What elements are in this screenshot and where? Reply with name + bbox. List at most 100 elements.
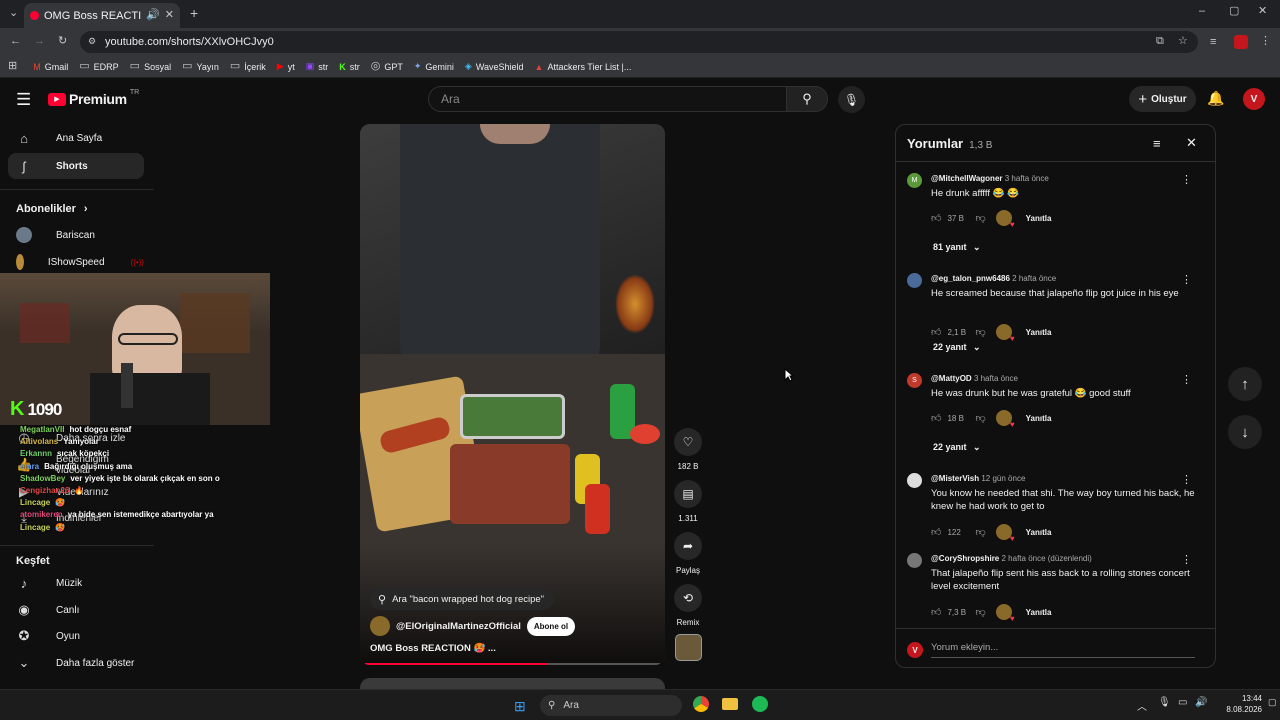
forward-icon[interactable]: →	[34, 36, 45, 47]
sidebar-item-music[interactable]: ♪ Müzik	[8, 570, 144, 596]
subscriptions-header[interactable]: Abonelikler ›	[16, 203, 88, 215]
bookmark-star-icon[interactable]: ☆	[1178, 36, 1188, 47]
create-button[interactable]: + Oluştur	[1129, 86, 1196, 112]
channel-name[interactable]: @ElOriginalMartinezOfficial	[396, 621, 521, 632]
reply-button[interactable]: Yanıtla	[1026, 608, 1052, 617]
share-button[interactable]: ➦	[674, 532, 702, 560]
bookmark-item[interactable]: ✦ Gemini	[414, 61, 454, 72]
sort-icon[interactable]: ≡	[1153, 136, 1161, 151]
reply-button[interactable]: Yanıtla	[1026, 214, 1052, 223]
search-input[interactable]: Ara	[428, 86, 786, 112]
file-explorer-icon[interactable]	[722, 698, 738, 710]
thumbs-up-icon[interactable]: 👍︎	[931, 606, 941, 618]
comment-author[interactable]: @MattyOD 3 hafta önce	[931, 374, 1018, 383]
reply-button[interactable]: Yanıtla	[1026, 328, 1052, 337]
thumbs-up-icon[interactable]: 👍︎	[931, 212, 941, 224]
related-search-chip[interactable]: ⚲ Ara "bacon wrapped hot dog recipe"	[370, 588, 554, 610]
spotify-icon[interactable]	[752, 696, 768, 712]
thumbs-up-icon[interactable]: 👍︎	[931, 526, 941, 538]
sidebar-item-gaming[interactable]: ✪ Oyun	[8, 623, 144, 649]
windows-start-icon[interactable]: ⊞	[514, 698, 526, 715]
bookmark-folder[interactable]: ▭ Sosyal	[130, 61, 171, 72]
show-replies-button[interactable]: 22 yanıt ⌄	[933, 342, 981, 353]
chrome-taskbar-icon[interactable]	[693, 696, 709, 712]
sidebar-item-subscription[interactable]: Bariscan	[8, 222, 144, 248]
thumbs-down-icon[interactable]: 👎︎	[975, 606, 985, 618]
remix-button[interactable]: ⟲	[674, 584, 702, 612]
bookmark-item[interactable]: ▶ yt	[277, 61, 295, 72]
bookmark-item[interactable]: ▣ str	[306, 61, 329, 72]
microphone-icon[interactable]: 🎙	[1158, 697, 1171, 708]
commenter-avatar[interactable]	[907, 273, 922, 288]
address-bar[interactable]: ⚙ youtube.com/shorts/XXlvOHCJvy0 ⧉ ☆	[80, 31, 1198, 53]
more-options-icon[interactable]: ⋮	[1181, 173, 1192, 186]
short-title[interactable]: OMG Boss REACTION 🥵 ...	[370, 643, 496, 654]
system-clock[interactable]: 13:44 8.08.2026	[1214, 693, 1262, 715]
add-comment-input[interactable]: Yorum ekleyin...	[931, 642, 1195, 658]
taskbar-search[interactable]: ⚲ Ara	[540, 695, 682, 716]
cast-icon[interactable]: ⧉	[1156, 36, 1164, 47]
audio-thumbnail[interactable]	[675, 634, 702, 661]
reply-button[interactable]: Yanıtla	[1026, 528, 1052, 537]
close-tab-icon[interactable]: ✕	[165, 10, 174, 21]
more-options-icon[interactable]: ⋮	[1181, 373, 1192, 386]
commenter-avatar[interactable]	[907, 473, 922, 488]
thumbs-up-icon[interactable]: 👍︎	[931, 326, 941, 338]
more-options-icon[interactable]: ⋮	[1181, 473, 1192, 486]
more-options-icon[interactable]: ⋮	[1181, 553, 1192, 566]
sidebar-item-home[interactable]: ⌂ Ana Sayfa	[8, 125, 144, 151]
sidebar-show-more[interactable]: ⌄ Daha fazla göster	[8, 650, 144, 676]
bookmark-item[interactable]: ◎ GPT	[371, 61, 403, 72]
bookmark-item[interactable]: ◈ WaveShield	[465, 61, 524, 72]
sidebar-item-subscription[interactable]: IShowSpeed ((•))	[8, 249, 144, 275]
comment-author[interactable]: @MitchellWagoner 3 hafta önce	[931, 174, 1049, 183]
avatar[interactable]: V	[1243, 88, 1265, 110]
reply-button[interactable]: Yanıtla	[1026, 414, 1052, 423]
browser-tab[interactable]: OMG Boss REACTION 🥵 # 🔊 ✕	[24, 3, 180, 28]
comments-button[interactable]: ▤	[674, 480, 702, 508]
thumbs-down-icon[interactable]: 👎︎	[975, 412, 985, 424]
tab-list-icon[interactable]: ⌄	[9, 8, 18, 19]
show-replies-button[interactable]: 22 yanıt ⌄	[933, 442, 981, 453]
chrome-menu-icon[interactable]: ⋮	[1260, 36, 1271, 47]
maximize-icon[interactable]: ▢	[1229, 6, 1239, 17]
bookmark-folder[interactable]: ▭ Yayın	[182, 61, 219, 72]
commenter-avatar[interactable]	[907, 553, 922, 568]
thumbs-down-icon[interactable]: 👎︎	[975, 526, 985, 538]
notifications-bell-icon[interactable]: 🔔	[1207, 90, 1224, 107]
bookmark-item[interactable]: ▲ Attackers Tier List |...	[535, 62, 632, 72]
site-info-icon[interactable]: ⚙	[88, 37, 96, 46]
bookmark-item[interactable]: Kstr	[339, 62, 360, 72]
like-button[interactable]: ♡	[674, 428, 702, 456]
bookmark-folder[interactable]: ▭ EDRP	[79, 61, 118, 72]
reload-icon[interactable]: ↻	[58, 36, 67, 47]
new-tab-icon[interactable]: +	[190, 6, 198, 20]
comment-author[interactable]: @MisterVish 12 gün önce	[931, 474, 1025, 483]
next-short-button[interactable]: ↓	[1228, 415, 1262, 449]
network-icon[interactable]: ▭	[1178, 697, 1187, 708]
minimize-icon[interactable]: –	[1199, 6, 1205, 17]
volume-icon[interactable]: 🔊	[1195, 697, 1207, 708]
notification-icon[interactable]: ▢	[1268, 697, 1277, 708]
channel-avatar[interactable]	[370, 616, 390, 636]
voice-search-button[interactable]: 🎙	[838, 86, 865, 113]
subscribe-button[interactable]: Abone ol	[526, 616, 576, 636]
apps-icon[interactable]: ⊞	[8, 61, 17, 72]
sidebar-item-shorts[interactable]: ʃ Shorts	[8, 153, 144, 179]
chevron-up-icon[interactable]: ︿	[1137, 698, 1147, 713]
bookmark-folder[interactable]: ▭ İçerik	[230, 61, 266, 72]
close-icon[interactable]: ✕	[1186, 135, 1197, 151]
back-icon[interactable]: ←	[10, 36, 21, 47]
thumbs-down-icon[interactable]: 👎︎	[975, 326, 985, 338]
comment-author[interactable]: @eg_talon_pnw6486 2 hafta önce	[931, 274, 1056, 283]
comment-author[interactable]: @CoryShropshire 2 hafta önce (düzenlendi…	[931, 554, 1092, 563]
more-options-icon[interactable]: ⋮	[1181, 273, 1192, 286]
thumbs-up-icon[interactable]: 👍︎	[931, 412, 941, 424]
youtube-logo[interactable]: ▶ Premium TR	[48, 89, 139, 107]
commenter-avatar[interactable]: M	[907, 173, 922, 188]
media-icon[interactable]: ≡	[1210, 37, 1216, 48]
bookmark-item[interactable]: M Gmail	[33, 62, 68, 72]
search-button[interactable]: ⚲	[786, 86, 828, 112]
sidebar-item-live[interactable]: ◉ Canlı	[8, 597, 144, 623]
commenter-avatar[interactable]: S	[907, 373, 922, 388]
